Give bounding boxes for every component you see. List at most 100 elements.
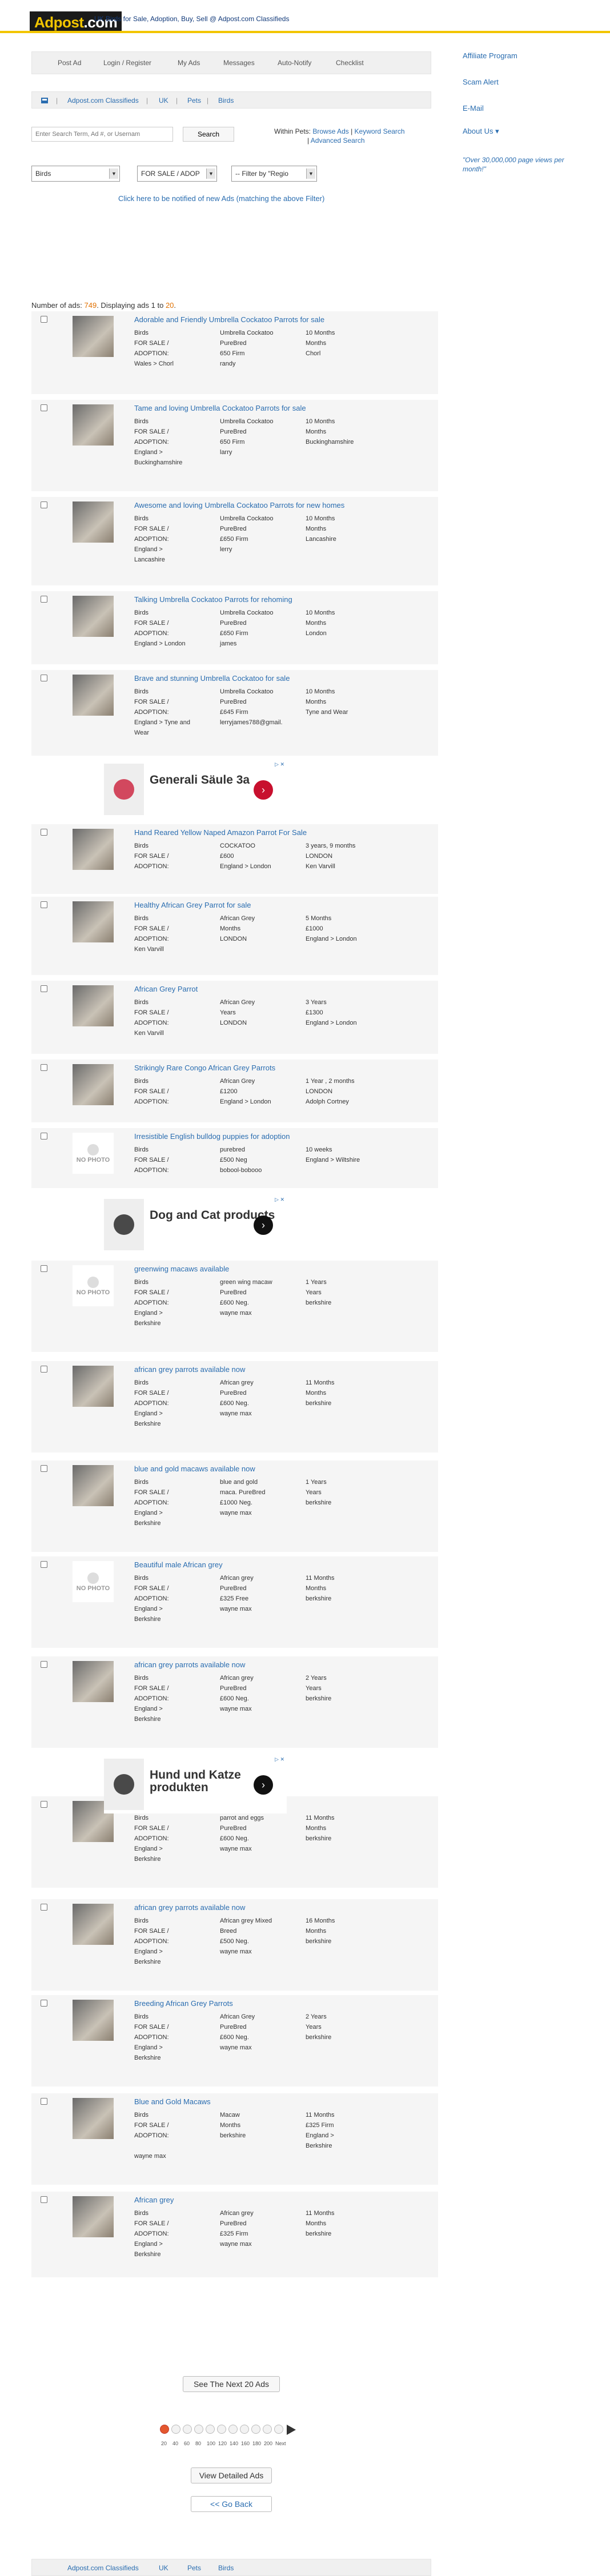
pager-dot[interactable] [263, 2425, 272, 2434]
ad-select-checkbox[interactable] [41, 985, 47, 992]
ad-select-checkbox[interactable] [41, 1366, 47, 1373]
pager-dot[interactable] [171, 2425, 180, 2434]
nav-login-register[interactable]: Login / Register [103, 59, 151, 67]
ad-title-link[interactable]: Strikingly Rare Congo African Grey Parro… [134, 1064, 275, 1072]
pager-dot[interactable] [206, 2425, 215, 2434]
nav-messages[interactable]: Messages [223, 59, 255, 67]
sponsored-ad[interactable]: ▷ ✕ Dog and Cat products › [104, 1197, 287, 1254]
ad-select-checkbox[interactable] [41, 1904, 47, 1911]
ad-title-link[interactable]: Healthy African Grey Parrot for sale [134, 901, 251, 909]
ad-choices-icon[interactable]: ▷ ✕ [275, 1756, 284, 1763]
pager-number[interactable]: 60 [184, 2441, 190, 2446]
ad-thumbnail[interactable] [73, 316, 114, 357]
ad-choices-icon[interactable]: ▷ ✕ [275, 1197, 284, 1203]
nav-post-ad[interactable]: Post Ad [58, 59, 81, 67]
scam-alert-link[interactable]: Scam Alert [463, 78, 499, 86]
pager-number[interactable]: 120 [218, 2441, 227, 2446]
pager-number[interactable]: 100 [207, 2441, 215, 2446]
ad-select-checkbox[interactable] [41, 2098, 47, 2105]
chevron-right-icon[interactable]: › [254, 1215, 273, 1235]
breadcrumb-birds[interactable]: Birds [218, 2564, 234, 2572]
no-photo-placeholder[interactable]: NO PHOTO [73, 1265, 114, 1306]
ad-select-checkbox[interactable] [41, 1265, 47, 1272]
ad-title-link[interactable]: Tame and loving Umbrella Cockatoo Parrot… [134, 404, 306, 412]
sponsored-ad[interactable]: ▷ ✕ Hund und Katze produkten › [104, 1756, 287, 1813]
ad-thumbnail[interactable] [73, 2196, 114, 2237]
ad-select-checkbox[interactable] [41, 1064, 47, 1071]
type-select[interactable]: FOR SALE / ADOP ▼ [137, 166, 217, 182]
ad-thumbnail[interactable] [73, 1064, 114, 1105]
nav-auto-notify[interactable]: Auto-Notify [278, 59, 311, 67]
email-link[interactable]: E-Mail [463, 104, 484, 113]
ad-select-checkbox[interactable] [41, 1561, 47, 1568]
ad-thumbnail[interactable] [73, 901, 114, 942]
go-back-button[interactable]: << Go Back [191, 2496, 272, 2512]
ad-title-link[interactable]: Adorable and Friendly Umbrella Cockatoo … [134, 315, 324, 324]
ad-select-checkbox[interactable] [41, 1133, 47, 1139]
view-detailed-button[interactable]: View Detailed Ads [191, 2467, 272, 2483]
nav-checklist[interactable]: Checklist [336, 59, 364, 67]
category-select[interactable]: Birds ▼ [31, 166, 120, 182]
breadcrumb-classifieds[interactable]: Adpost.com Classifieds [67, 97, 139, 105]
home-icon[interactable] [41, 97, 49, 105]
affiliate-program-link[interactable]: Affiliate Program [463, 51, 517, 60]
ad-thumbnail[interactable] [73, 675, 114, 716]
ad-title-link[interactable]: African grey [134, 2196, 174, 2204]
search-button[interactable]: Search [183, 127, 234, 142]
no-photo-placeholder[interactable]: NO PHOTO [73, 1133, 114, 1174]
pager-dot[interactable] [228, 2425, 238, 2434]
ad-select-checkbox[interactable] [41, 501, 47, 508]
keyword-search-link[interactable]: Keyword Search [355, 127, 405, 135]
advanced-search-link[interactable]: Advanced Search [311, 137, 365, 145]
play-icon[interactable] [287, 2425, 296, 2435]
pager-number[interactable]: 180 [252, 2441, 261, 2446]
next-ads-button[interactable]: See The Next 20 Ads [183, 2376, 280, 2392]
ad-title-link[interactable]: Breeding African Grey Parrots [134, 1999, 233, 2008]
ad-thumbnail[interactable] [73, 596, 114, 637]
ad-thumbnail[interactable] [73, 1465, 114, 1506]
ad-title-link[interactable]: Beautiful male African grey [134, 1560, 223, 1569]
pager-dot[interactable] [194, 2425, 203, 2434]
pager-number[interactable]: 80 [195, 2441, 201, 2446]
nav-my-ads[interactable]: My Ads [178, 59, 200, 67]
browse-ads-link[interactable]: Browse Ads [312, 127, 348, 135]
pager-number[interactable]: 200 [264, 2441, 272, 2446]
ad-title-link[interactable]: african grey parrots available now [134, 1365, 245, 1374]
breadcrumb-pets[interactable]: Pets [187, 97, 201, 105]
ad-title-link[interactable]: african grey parrots available now [134, 1660, 245, 1669]
pager-dot[interactable] [183, 2425, 192, 2434]
breadcrumb-classifieds[interactable]: Adpost.com Classifieds [67, 2564, 139, 2572]
pager-number[interactable]: 160 [241, 2441, 250, 2446]
sponsored-ad[interactable]: ▷ ✕ Generali Säule 3a › [104, 761, 287, 818]
ad-thumbnail[interactable] [73, 404, 114, 446]
pager-number[interactable]: 20 [161, 2441, 167, 2446]
pager-dot[interactable] [251, 2425, 260, 2434]
ad-choices-icon[interactable]: ▷ ✕ [275, 761, 284, 768]
breadcrumb-pets[interactable]: Pets [187, 2564, 201, 2572]
ad-select-checkbox[interactable] [41, 675, 47, 681]
ad-select-checkbox[interactable] [41, 1465, 47, 1472]
about-us-link[interactable]: About Us ▾ [463, 127, 499, 136]
ad-select-checkbox[interactable] [41, 901, 47, 908]
ad-thumbnail[interactable] [73, 1366, 114, 1407]
ad-title-link[interactable]: Hand Reared Yellow Naped Amazon Parrot F… [134, 828, 307, 837]
notify-link[interactable]: Click here to be notified of new Ads (ma… [118, 194, 324, 203]
ad-thumbnail[interactable] [73, 2000, 114, 2041]
ad-select-checkbox[interactable] [41, 829, 47, 836]
pager-dot[interactable] [160, 2425, 169, 2434]
search-input[interactable] [31, 127, 173, 142]
ad-thumbnail[interactable] [73, 1904, 114, 1945]
pager-number[interactable]: 140 [230, 2441, 238, 2446]
ad-thumbnail[interactable] [73, 1661, 114, 1702]
pager-dot[interactable] [240, 2425, 249, 2434]
breadcrumb-birds[interactable]: Birds [218, 97, 234, 105]
no-photo-placeholder[interactable]: NO PHOTO [73, 1561, 114, 1602]
ad-select-checkbox[interactable] [41, 596, 47, 603]
ad-thumbnail[interactable] [73, 501, 114, 543]
ad-title-link[interactable]: african grey parrots available now [134, 1903, 245, 1912]
ad-thumbnail[interactable] [73, 829, 114, 870]
ad-select-checkbox[interactable] [41, 404, 47, 411]
breadcrumb-uk[interactable]: UK [159, 2564, 168, 2572]
chevron-right-icon[interactable]: › [254, 780, 273, 800]
ad-select-checkbox[interactable] [41, 1661, 47, 1668]
